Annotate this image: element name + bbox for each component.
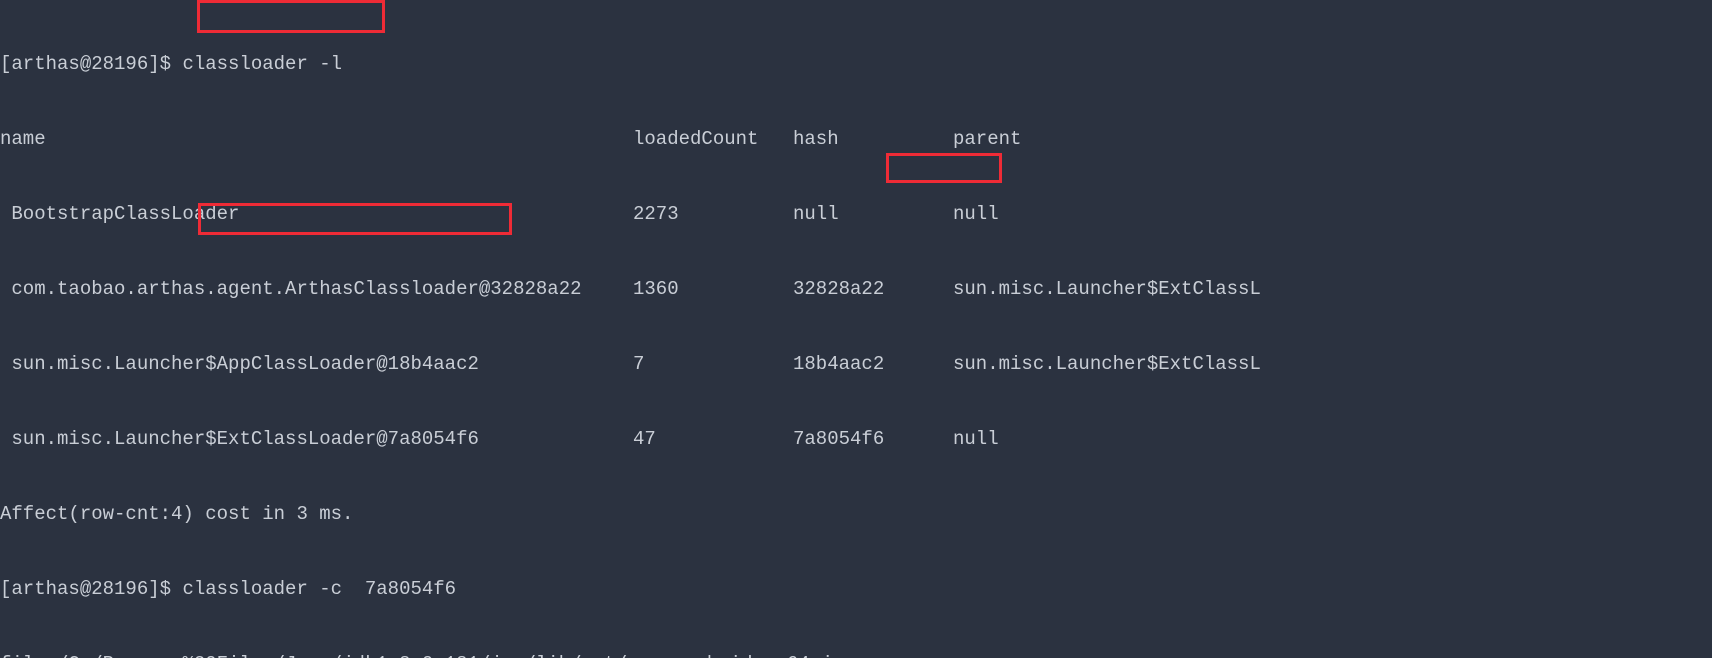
col-name: name <box>0 127 633 152</box>
table-row: sun.misc.Launcher$ExtClassLoader@7a8054f… <box>0 427 1712 452</box>
highlight-box-cmd1 <box>197 0 385 33</box>
col-parent: parent <box>953 127 1021 152</box>
cmd-1: classloader -l <box>182 53 342 75</box>
terminal-output: [arthas@28196]$ classloader -l nameloade… <box>0 0 1712 658</box>
cmd-line-2[interactable]: [arthas@28196]$ classloader -c 7a8054f6 <box>0 577 1712 602</box>
file-line: file:/C:/Program%20Files/Java/jdk1.8.0_1… <box>0 652 1712 658</box>
col-loaded: loadedCount <box>633 127 793 152</box>
prompt-2: [arthas@28196]$ <box>0 578 182 600</box>
affect-line: Affect(row-cnt:4) cost in 3 ms. <box>0 502 1712 527</box>
table-header-row: nameloadedCounthashparent <box>0 127 1712 152</box>
cmd-2: classloader -c 7a8054f6 <box>182 578 456 600</box>
prompt-1: [arthas@28196]$ <box>0 53 182 75</box>
table-row: com.taobao.arthas.agent.ArthasClassloade… <box>0 277 1712 302</box>
highlight-box-hash <box>886 153 1002 183</box>
cmd-line-1[interactable]: [arthas@28196]$ classloader -l <box>0 52 1712 77</box>
table-row: sun.misc.Launcher$AppClassLoader@18b4aac… <box>0 352 1712 377</box>
col-hash: hash <box>793 127 953 152</box>
table-row: BootstrapClassLoader2273nullnull <box>0 202 1712 227</box>
